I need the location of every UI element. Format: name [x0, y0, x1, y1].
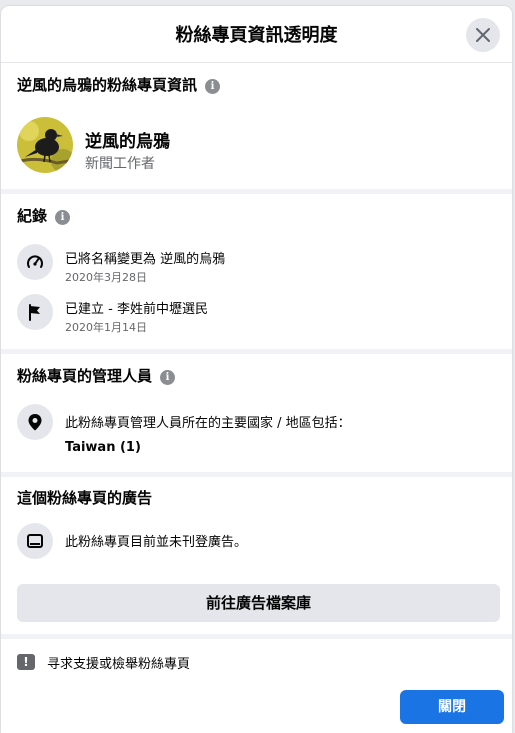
section-divider [1, 189, 512, 194]
dialog-title: 粉絲專頁資訊透明度 [175, 25, 338, 46]
close-icon-button[interactable] [466, 18, 500, 52]
history-item-text: 已將名稱變更為 逆風的烏鴉 [65, 252, 226, 267]
location-pin-icon [28, 414, 42, 431]
managers-title: 粉絲專頁的管理人員 i [17, 365, 176, 386]
close-icon [476, 28, 490, 42]
info-icon[interactable]: i [55, 210, 71, 225]
flag-icon [29, 304, 40, 321]
page-info-title: 逆風的烏鴉的粉絲專頁資訊 i [17, 74, 221, 95]
manager-location-text: 此粉絲專頁管理人員所在的主要國家 / 地區包括： [65, 416, 351, 431]
history-icon-wrapper [17, 244, 53, 280]
avatar[interactable] [17, 117, 73, 173]
ad-screen-icon [27, 534, 43, 548]
ads-title: 這個粉絲專頁的廣告 [17, 489, 153, 507]
info-icon[interactable]: i [160, 370, 176, 385]
crow-avatar-image [17, 117, 73, 173]
page-name[interactable]: 逆風的烏鴉 [85, 127, 170, 152]
ads-status-text: 此粉絲專頁目前並未刊登廣告。 [65, 535, 248, 550]
location-icon-wrapper [17, 404, 53, 440]
report-page-link[interactable]: 寻求支援或檢舉粉絲專頁 [47, 653, 190, 672]
info-icon[interactable]: i [205, 79, 221, 94]
dialog-header: 粉絲專頁資訊透明度 [1, 6, 512, 63]
report-icon: ! [17, 654, 35, 670]
section-divider [1, 349, 512, 354]
history-title: 紀錄 i [17, 205, 71, 226]
manager-country: Taiwan (1) [65, 440, 141, 455]
section-divider [1, 634, 512, 639]
ad-library-button[interactable]: 前往廣告檔案庫 [17, 584, 500, 622]
section-divider [1, 472, 512, 477]
page-transparency-dialog: 粉絲專頁資訊透明度 逆風的烏鴉的粉絲專頁資訊 i 逆風的烏鴉 新聞工作者 紀錄 i [1, 6, 512, 733]
ads-icon-wrapper [17, 523, 53, 559]
history-item-date: 2020年3月28日 [65, 271, 147, 284]
page-category: 新聞工作者 [85, 156, 155, 172]
close-button[interactable]: 關閉 [400, 690, 504, 724]
background-text [190, 719, 221, 733]
speedometer-icon [27, 255, 43, 268]
history-item-text: 已建立 - 李姓前中壢選民 [65, 302, 208, 317]
history-item-date: 2020年1月14日 [65, 321, 147, 334]
history-icon-wrapper [17, 294, 53, 330]
